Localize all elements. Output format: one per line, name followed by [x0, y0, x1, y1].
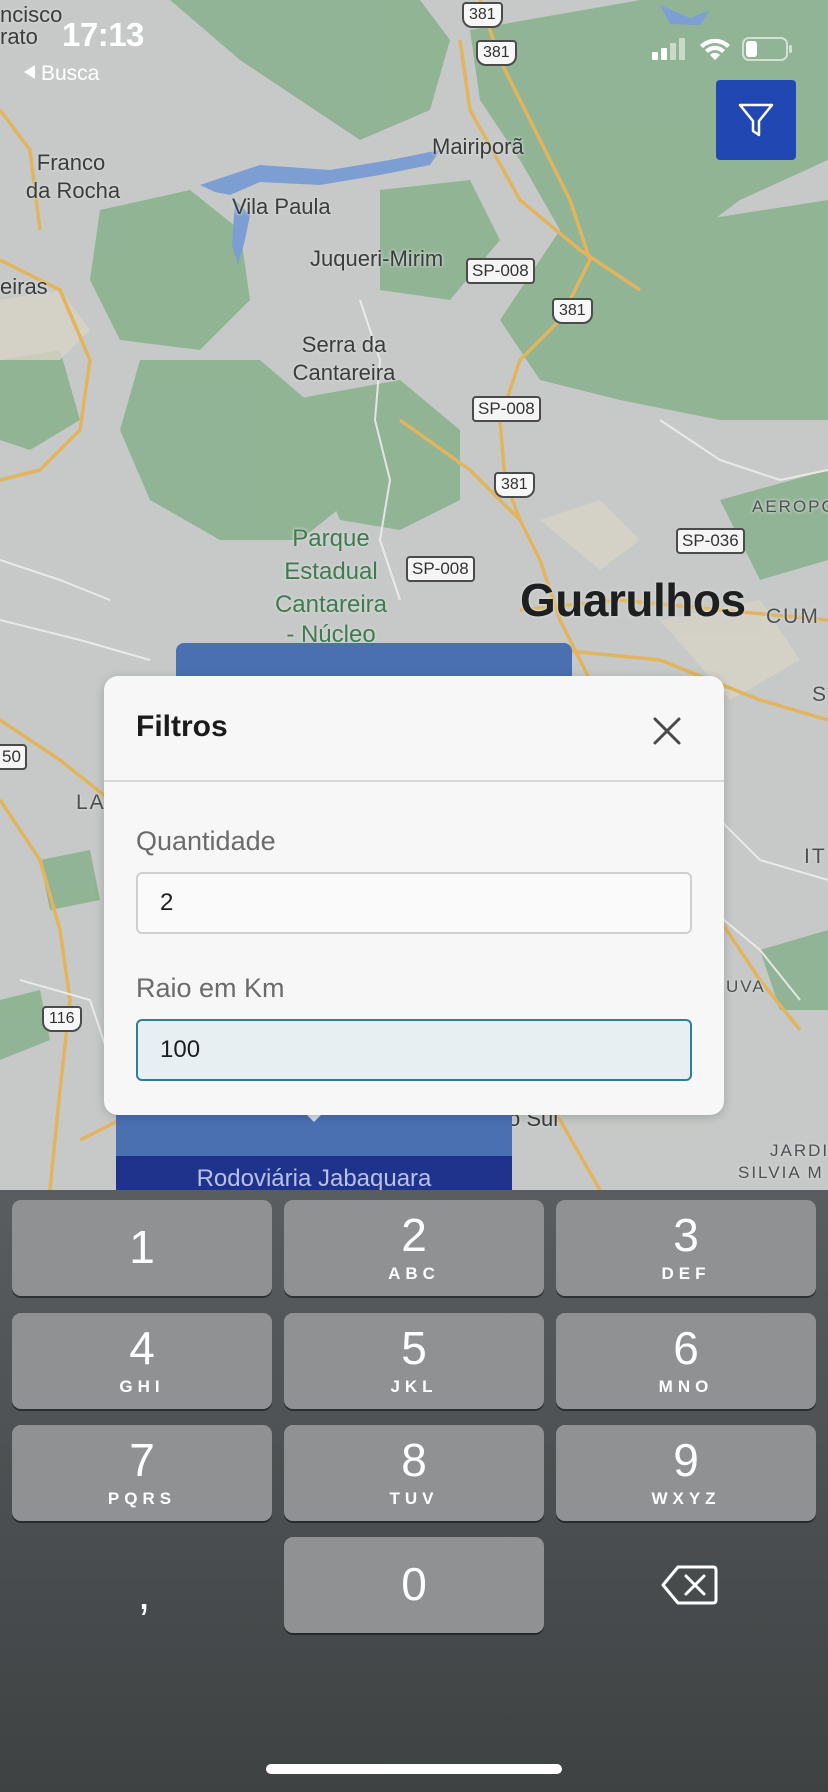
road-badge: SP-008: [406, 556, 475, 582]
key-digit: 4: [129, 1322, 155, 1374]
close-button[interactable]: [650, 714, 684, 748]
key-digit: 7: [129, 1434, 155, 1486]
filter-button[interactable]: [716, 80, 796, 160]
quantity-label: Quantidade: [136, 826, 276, 856]
map-label-serra: Serra da: [301, 332, 387, 357]
map-label-uva: UVA: [726, 977, 766, 996]
key-letters: DEF: [661, 1264, 711, 1283]
key-3[interactable]: 3 DEF: [556, 1200, 816, 1296]
info-card-title[interactable]: Rodoviária Jabaquara: [116, 1156, 512, 1190]
quantity-input[interactable]: [136, 872, 692, 934]
map-label-edge: rato: [0, 24, 38, 49]
map-label-franco: Franco: [36, 150, 106, 175]
radius-input[interactable]: [136, 1019, 692, 1081]
road-shield: 116: [42, 1006, 82, 1032]
key-letters: TUV: [389, 1489, 439, 1508]
key-letters: PQRS: [107, 1489, 177, 1508]
key-7[interactable]: 7 PQRS: [12, 1425, 272, 1521]
back-label: Busca: [41, 62, 100, 85]
radius-label: Raio em Km: [136, 973, 285, 1003]
key-9[interactable]: 9 WXYZ: [556, 1425, 816, 1521]
road-shield: 381: [552, 298, 593, 324]
road-shield: 381: [476, 40, 517, 66]
info-card[interactable]: [116, 1112, 512, 1156]
road-badge: 50: [0, 744, 27, 770]
map-label-juqueri-mirim: Juqueri-Mirim: [310, 246, 444, 271]
map-label-mairipora: Mairiporã: [432, 134, 524, 159]
signal-icon: [652, 38, 688, 65]
back-arrow-icon: [24, 65, 35, 79]
modal-title: Filtros: [136, 710, 228, 743]
key-2[interactable]: 2 ABC: [284, 1200, 544, 1296]
back-button[interactable]: Busca: [24, 62, 99, 86]
key-letters: JKL: [390, 1377, 438, 1396]
road-badge: SP-008: [466, 258, 535, 284]
map-label-aeropo: AEROPO: [752, 497, 828, 516]
key-1[interactable]: 1: [12, 1200, 272, 1296]
key-4[interactable]: 4 GHI: [12, 1313, 272, 1409]
modal-divider: [104, 780, 724, 782]
key-0[interactable]: 0: [284, 1537, 544, 1633]
map-label-parque: Cantareira: [274, 591, 388, 618]
road-badge: SP-036: [676, 528, 745, 554]
key-8[interactable]: 8 TUV: [284, 1425, 544, 1521]
key-letters: ABC: [388, 1264, 440, 1283]
home-indicator[interactable]: [266, 1764, 562, 1774]
key-letters: WXYZ: [651, 1489, 721, 1508]
filters-modal: Filtros Quantidade Raio em Km: [104, 676, 724, 1115]
map-label-parque: Estadual: [284, 558, 378, 585]
map-label-s: S: [812, 683, 828, 706]
wifi-icon: [698, 36, 732, 67]
key-5[interactable]: 5 JKL: [284, 1313, 544, 1409]
map-label-la: LA: [76, 791, 106, 814]
map-label-cum: CUM: [766, 605, 820, 628]
backspace-icon: [661, 1565, 718, 1605]
map-label-eiras: eiras: [0, 274, 48, 299]
key-letters: GHI: [119, 1377, 165, 1396]
backspace-key[interactable]: [660, 1560, 720, 1610]
key-comma[interactable]: ,: [124, 1566, 164, 1626]
key-digit: 5: [401, 1322, 427, 1374]
map-label-it: IT: [804, 845, 827, 868]
key-digit: 1: [129, 1221, 155, 1273]
filter-icon: [738, 103, 774, 137]
map-label-silvia: SILVIA M: [738, 1163, 824, 1182]
key-6[interactable]: 6 MNO: [556, 1313, 816, 1409]
map-label-vila-paula: Vila Paula: [232, 194, 331, 219]
key-digit: 2: [401, 1209, 427, 1261]
battery-icon: [742, 37, 794, 66]
close-icon: [653, 717, 681, 745]
map-label-franco: da Rocha: [25, 178, 121, 203]
road-shield: 381: [494, 472, 535, 498]
key-digit: 6: [673, 1322, 699, 1374]
key-digit: 9: [673, 1434, 699, 1486]
key-letters: MNO: [658, 1377, 714, 1396]
key-digit: 0: [401, 1558, 427, 1610]
map-label-guarulhos: Guarulhos: [520, 574, 746, 626]
road-badge: SP-008: [472, 396, 541, 422]
road-shield: 381: [462, 2, 503, 28]
map-label-parque: Parque: [292, 525, 370, 552]
status-time: 17:13: [62, 16, 144, 53]
map-label-serra: Cantareira: [292, 360, 396, 385]
key-digit: 8: [401, 1434, 427, 1486]
key-digit: 3: [673, 1209, 699, 1261]
